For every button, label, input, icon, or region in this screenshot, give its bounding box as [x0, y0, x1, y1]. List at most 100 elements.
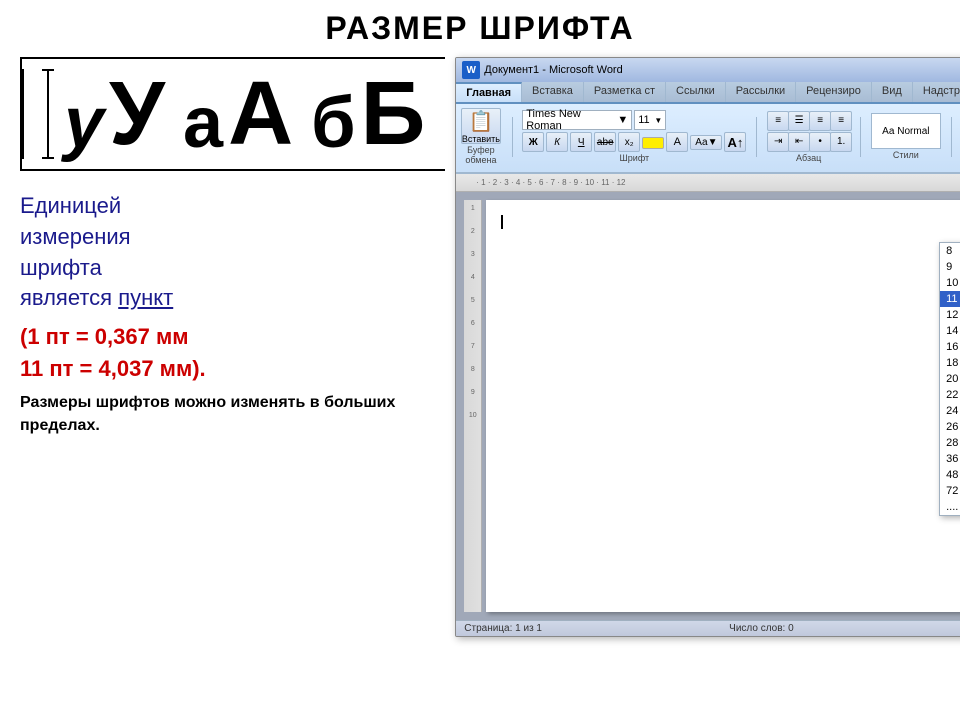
- paste-label: Вставить: [462, 134, 500, 144]
- underline-button[interactable]: Ч: [570, 132, 592, 152]
- letter-B: Б: [361, 69, 426, 159]
- font-name-value: Times New Roman: [526, 108, 615, 132]
- grow-font-button[interactable]: A↑: [724, 132, 746, 152]
- ruler-num-7: 7: [471, 343, 475, 350]
- letters-demo: у У а А б Б: [20, 57, 445, 171]
- ribbon-tab-bar: Главная Вставка Разметка ст Ссылки Рассы…: [456, 82, 960, 104]
- styles-section: Аа Normal Стили: [871, 113, 941, 160]
- size-9[interactable]: 9: [940, 259, 960, 275]
- para-btns: ≡ ☰ ≡ ≡ ⇥ ⇤ • 1.: [767, 111, 850, 152]
- ruler-num-3: 3: [471, 251, 475, 258]
- page-title: РАЗМЕР ШРИФТА: [20, 10, 940, 47]
- align-right-button[interactable]: ≡: [809, 111, 831, 131]
- font-size-box[interactable]: 11 ▼: [634, 110, 666, 130]
- ribbon-sep1: [512, 117, 513, 157]
- main-text: Единицей измерения шрифта является пункт: [20, 191, 445, 314]
- content-row: у У а А б Б Единицей измерения шрифта яв…: [20, 57, 940, 710]
- left-panel: у У а А б Б Единицей измерения шрифта яв…: [20, 57, 445, 710]
- bullet-button[interactable]: •: [809, 132, 831, 152]
- size-22[interactable]: 22: [940, 387, 960, 403]
- ruler-mark: · 1 · 2 · 3 · 4 · 5 · 6 · 7 · 8 · 9 · 10…: [476, 178, 625, 187]
- styles-preview: Аа Normal: [882, 126, 929, 137]
- outdent-button[interactable]: ⇤: [788, 132, 810, 152]
- page-status: Страница: 1 из 1: [464, 623, 542, 634]
- tab-view[interactable]: Вид: [872, 82, 913, 102]
- size-12[interactable]: 12: [940, 307, 960, 323]
- tab-mailings[interactable]: Рассылки: [726, 82, 796, 102]
- size-24[interactable]: 24: [940, 403, 960, 419]
- line1: Единицей: [20, 193, 121, 218]
- tab-review[interactable]: Рецензиро: [796, 82, 872, 102]
- status-bar: Страница: 1 из 1 Число слов: 0 − 100% +: [456, 620, 960, 636]
- doc-page[interactable]: [486, 200, 960, 612]
- title-bar-left: W Документ1 - Microsoft Word: [462, 61, 622, 79]
- numbering-button[interactable]: 1.: [830, 132, 852, 152]
- words-status: Число слов: 0: [729, 623, 793, 634]
- formula2: 11 пт = 4,037 мм).: [20, 356, 445, 382]
- paste-button[interactable]: 📋 Вставить: [461, 108, 501, 144]
- dropdown-arrow-size[interactable]: ▼: [654, 116, 662, 125]
- ruler-num-5: 5: [471, 297, 475, 304]
- font-section-label: Шрифт: [522, 153, 746, 163]
- bold-button[interactable]: Ж: [522, 132, 544, 152]
- italic-button[interactable]: К: [546, 132, 568, 152]
- size-14[interactable]: 14: [940, 323, 960, 339]
- ruler-num-2: 2: [471, 228, 475, 235]
- clipboard-section: 📋 Вставить Буфер обмена: [460, 108, 501, 165]
- align-left-button[interactable]: ≡: [767, 111, 789, 131]
- tab-home[interactable]: Главная: [456, 82, 522, 102]
- size-10[interactable]: 10: [940, 275, 960, 291]
- font-size-value: 11: [638, 114, 649, 126]
- ribbon-sep3: [860, 117, 861, 157]
- line2: измерения: [20, 224, 131, 249]
- letter-b: б: [311, 87, 355, 159]
- ruler-content: · 1 · 2 · 3 · 4 · 5 · 6 · 7 · 8 · 9 · 10…: [476, 178, 625, 187]
- tab-references[interactable]: Ссылки: [666, 82, 726, 102]
- strikethrough-button[interactable]: abe: [594, 132, 616, 152]
- tab-insert[interactable]: Вставка: [522, 82, 584, 102]
- size-28[interactable]: 28: [940, 435, 960, 451]
- text-content: Единицей измерения шрифта является пункт…: [20, 181, 445, 447]
- clipboard-label: Буфер обмена: [460, 145, 501, 165]
- font-name-box[interactable]: Times New Roman ▼: [522, 110, 632, 130]
- font-format-row: Ж К Ч abe x₂ A Аа▼ A↑: [522, 132, 746, 152]
- title-bar: W Документ1 - Microsoft Word — □ ✕: [456, 58, 960, 82]
- align-center-button[interactable]: ☰: [788, 111, 810, 131]
- side-ruler: 1 2 3 4 5 6 7 8 9 10: [464, 200, 482, 612]
- ribbon-sep2: [756, 117, 757, 157]
- highlight-button[interactable]: [642, 137, 664, 149]
- window-title: Документ1 - Microsoft Word: [484, 64, 622, 76]
- dropdown-arrow-font[interactable]: ▼: [617, 114, 628, 126]
- subscript-button[interactable]: x₂: [618, 132, 640, 152]
- word-window: W Документ1 - Microsoft Word — □ ✕ Главн…: [455, 57, 960, 637]
- justify-button[interactable]: ≡: [830, 111, 852, 131]
- size-48[interactable]: 48: [940, 467, 960, 483]
- size-20[interactable]: 20: [940, 371, 960, 387]
- note-text: Размеры шрифтов можно изменять в больших…: [20, 392, 445, 437]
- size-8[interactable]: 8: [940, 243, 960, 259]
- size-18[interactable]: 18: [940, 355, 960, 371]
- ruler-num-4: 4: [471, 274, 475, 281]
- letter-Y: У: [109, 69, 165, 159]
- indent-button[interactable]: ⇥: [767, 132, 789, 152]
- ribbon: 📋 Вставить Буфер обмена: [456, 104, 960, 174]
- text-cursor: [501, 215, 503, 229]
- size-72[interactable]: 72: [940, 483, 960, 499]
- size-36[interactable]: 36: [940, 451, 960, 467]
- formula1: (1 пт = 0,367 мм: [20, 324, 445, 350]
- ribbon-row1: 📋 Вставить Буфер обмена: [460, 108, 960, 165]
- tab-pagelayout[interactable]: Разметка ст: [584, 82, 666, 102]
- font-size-dropdown: 8 9 10 11 12 14 16 18 20 22 24 26 28 36: [939, 242, 960, 516]
- line4-prefix: является: [20, 285, 118, 310]
- styles-gallery[interactable]: Аа Normal: [871, 113, 941, 149]
- size-11[interactable]: 11: [940, 291, 960, 307]
- size-16[interactable]: 16: [940, 339, 960, 355]
- fontcolor-button[interactable]: A: [666, 132, 688, 152]
- size-more[interactable]: ....: [940, 499, 960, 515]
- tab-addins[interactable]: Надстройки: [913, 82, 960, 102]
- letter-y: у: [64, 87, 104, 159]
- aa-button[interactable]: Аа▼: [690, 135, 722, 150]
- size-26[interactable]: 26: [940, 419, 960, 435]
- ribbon-sep4: [951, 117, 952, 157]
- paragraph-label: Абзац: [796, 153, 821, 163]
